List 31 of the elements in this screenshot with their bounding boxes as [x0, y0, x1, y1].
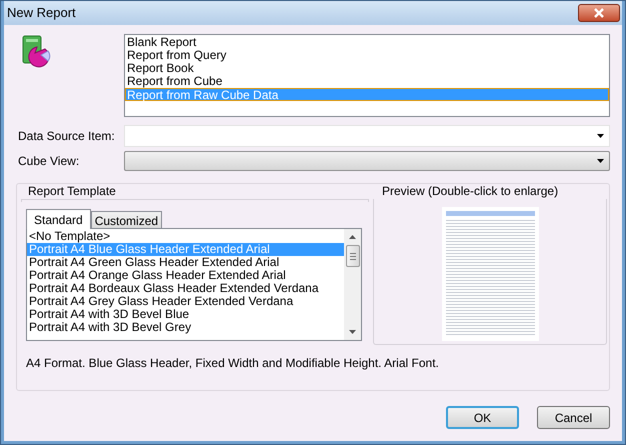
dropdown-arrow-icon	[597, 134, 604, 138]
dialog-button[interactable]: OK	[446, 406, 519, 429]
list-item[interactable]: Portrait A4 Grey Glass Header Extended Verdana	[27, 295, 344, 308]
close-button[interactable]	[578, 4, 620, 22]
list-item[interactable]: Portrait A4 Orange Glass Header Extended Arial	[27, 269, 344, 282]
list-item[interactable]: Portrait A4 with 3D Bevel Blue	[27, 308, 344, 321]
group-title: Report Template	[26, 184, 118, 198]
up-arrow-icon[interactable]	[349, 235, 356, 239]
group-title: Preview (Double-click to enlarge)	[380, 184, 560, 198]
field-label: Data Source Item:	[17, 128, 116, 145]
tab[interactable]: Standard	[26, 209, 91, 229]
list-item[interactable]: Portrait A4 Bordeaux Glass Header Extended Verdana	[27, 282, 344, 295]
template-description: A4 Format. Blue Glass Header, Fixed Width and Modifiable Height. Arial Font.	[26, 355, 440, 372]
list-item[interactable]: <No Template>	[27, 230, 344, 243]
scroll-thumb[interactable]	[346, 245, 360, 267]
report-thumbnail[interactable]	[442, 207, 538, 341]
down-arrow-icon[interactable]	[349, 330, 356, 334]
list-item[interactable]: Report from Cube	[126, 75, 608, 88]
list-item[interactable]: Report from Query	[126, 49, 608, 62]
dropdown-arrow-icon	[597, 159, 604, 163]
dialog-button[interactable]: Cancel	[537, 406, 610, 429]
report-chart-icon	[21, 35, 51, 69]
list-item[interactable]: Portrait A4 with 3D Bevel Grey	[27, 321, 344, 334]
window-title: New Report	[7, 4, 76, 22]
list-item[interactable]: Report Book	[126, 62, 608, 75]
field-label: Cube View:	[17, 153, 80, 170]
tab[interactable]: Customized	[90, 211, 162, 228]
vertical-scrollbar[interactable]	[344, 229, 361, 340]
close-icon	[593, 8, 605, 18]
list-item[interactable]: Portrait A4 Green Glass Header Extended Arial	[27, 256, 344, 269]
list-item[interactable]: Blank Report	[126, 36, 608, 49]
